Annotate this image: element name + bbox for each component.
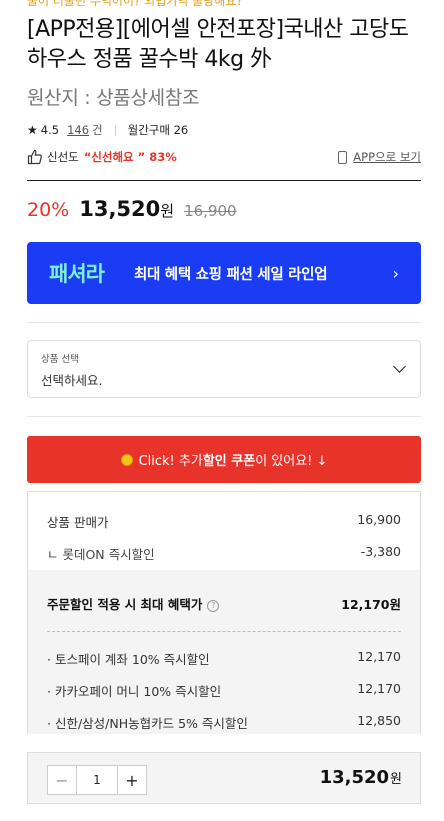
rating-score: 4.5	[40, 123, 60, 137]
banner-logo: 패셔라	[49, 262, 105, 286]
option-select-label: 상품 선택	[41, 354, 79, 365]
coupon-button[interactable]: Click! 추가 할인 쿠폰 이 있어요! ↓	[27, 436, 421, 483]
quantity-input[interactable]: 1	[76, 766, 118, 794]
app-view-link[interactable]: APP으로 보기	[338, 149, 421, 165]
coin-icon	[120, 453, 133, 466]
app-view-label: APP으로 보기	[353, 150, 421, 164]
max-benefit-value: 12,170원	[341, 597, 401, 612]
coupon-suffix: 이 있어요! ↓	[255, 454, 328, 469]
currency-unit: 원	[160, 202, 175, 220]
star-icon: ★	[27, 123, 38, 137]
review-count-link[interactable]: 146	[67, 123, 89, 137]
card-discount-row: · 신한/삼성/NH농협카드 5% 즉시할인 12,850	[47, 713, 401, 732]
coupon-highlight: 할인 쿠폰	[202, 454, 256, 469]
total-price: 13,520 원	[320, 767, 402, 788]
total-price-value: 13,520	[319, 767, 390, 788]
freshness-row: 신선도 “신선해요 ” 83% APP으로 보기	[27, 149, 421, 165]
banner-text: 최대 혜택 쇼핑 패션 세일 라인업	[133, 266, 328, 283]
increase-button[interactable]: +	[118, 766, 146, 794]
max-benefit-row: 주문할인 적용 시 최대 혜택가? 12,170원	[47, 594, 401, 613]
review-unit: 건	[92, 123, 103, 137]
card-discount-label: · 신한/삼성/NH농협카드 5% 즉시할인	[47, 716, 248, 731]
decrease-button[interactable]: −	[48, 766, 76, 794]
option-select[interactable]: 상품 선택 선택하세요.	[27, 340, 421, 398]
dashed-divider	[47, 631, 401, 632]
promo-banner[interactable]: 패셔라 최대 혜택 쇼핑 패션 세일 라인업 ›	[27, 242, 421, 304]
card-discount-row: · 카카오페이 머니 10% 즉시할인 12,170	[47, 681, 401, 700]
discount-rate: 20%	[27, 199, 70, 221]
chevron-right-icon: ›	[392, 263, 399, 283]
card-discount-label: · 카카오페이 머니 10% 즉시할인	[47, 684, 222, 699]
help-icon[interactable]: ?	[207, 599, 220, 612]
thumbs-up-icon	[27, 149, 42, 165]
seller-price-value: 16,900	[357, 512, 401, 527]
max-benefit-label: 주문할인 적용 시 최대 혜택가	[47, 597, 203, 612]
original-price: 16,900	[184, 202, 237, 220]
divider	[114, 124, 116, 136]
coupon-prefix: Click! 추가	[138, 454, 203, 469]
quantity-stepper: − 1 +	[47, 765, 147, 795]
product-title: [APP전용][에어셀 안전포장]국내산 고당도 하우스 정품 꿀수박 4kg …	[27, 17, 409, 72]
total-price-unit: 원	[390, 772, 402, 787]
rating-row: ★ 4.5 146 건 월간구매 26	[27, 122, 188, 138]
cut-off-text: 물어 더울던 무역어이? 외법기역 물량해요?	[27, 0, 243, 8]
quantity-box: − 1 + 13,520 원	[27, 752, 421, 804]
seller-price-row: 상품 판매가 16,900	[47, 512, 401, 531]
sale-price: 13,520	[79, 197, 161, 221]
origin-text: 원산지 : 상품상세참조	[27, 87, 200, 109]
price-row: 20% 13,520 원 16,900	[27, 197, 237, 221]
section-divider	[27, 180, 421, 181]
monthly-purchase: 월간구매 26	[127, 123, 189, 137]
max-benefit-section: 주문할인 적용 시 최대 혜택가? 12,170원 · 토스페이 계좌 10% …	[28, 570, 420, 734]
divider	[27, 322, 421, 323]
lotte-discount-label: ㄴ 롯데ON 즉시할인	[47, 547, 155, 562]
card-discount-value: 12,850	[357, 713, 401, 728]
mobile-phone-icon	[338, 150, 348, 164]
card-discount-value: 12,170	[357, 681, 401, 696]
benefit-summary: 상품 판매가 16,900 ㄴ 롯데ON 즉시할인 -3,380 주문할인 적용…	[27, 491, 421, 734]
card-discount-label: · 토스페이 계좌 10% 즉시할인	[47, 652, 210, 667]
card-discount-row: · 토스페이 계좌 10% 즉시할인 12,170	[47, 649, 401, 668]
option-select-value: 선택하세요.	[41, 373, 103, 388]
lotte-discount-row: ㄴ 롯데ON 즉시할인 -3,380	[47, 544, 401, 563]
freshness-value: “신선해요 ” 83%	[83, 150, 177, 164]
lotte-discount-value: -3,380	[360, 544, 401, 559]
freshness-label: 신선도	[47, 150, 79, 164]
card-discount-value: 12,170	[357, 649, 401, 664]
divider	[27, 416, 421, 417]
seller-price-label: 상품 판매가	[47, 515, 109, 530]
